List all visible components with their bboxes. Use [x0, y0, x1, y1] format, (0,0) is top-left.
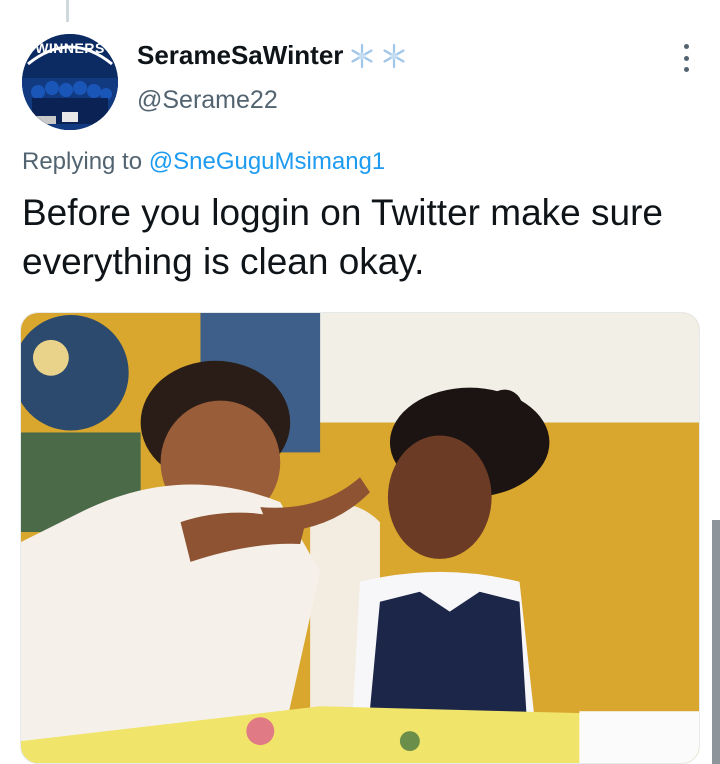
photo-image	[21, 313, 699, 763]
more-options-icon[interactable]	[680, 44, 692, 72]
replying-prefix: Replying to	[22, 148, 149, 175]
tweet-photo[interactable]	[20, 312, 700, 764]
thread-connector-line	[66, 0, 69, 22]
snowflake-icon	[351, 43, 374, 68]
avatar-label: WINNERS	[35, 40, 105, 56]
display-name-row[interactable]: SerameSaWinter	[137, 40, 407, 71]
avatar[interactable]: WINNERS	[22, 34, 118, 130]
replying-to-line: Replying to @SneGuguMsimang1	[22, 148, 385, 176]
snowflake-icon	[383, 43, 406, 68]
scrollbar[interactable]	[712, 520, 720, 764]
user-handle[interactable]: @Serame22	[137, 86, 278, 115]
tweet-text: Before you loggin on Twitter make sure e…	[22, 192, 663, 282]
display-name[interactable]: SerameSaWinter	[137, 40, 343, 71]
reply-mention-link[interactable]: @SneGuguMsimang1	[149, 148, 385, 175]
